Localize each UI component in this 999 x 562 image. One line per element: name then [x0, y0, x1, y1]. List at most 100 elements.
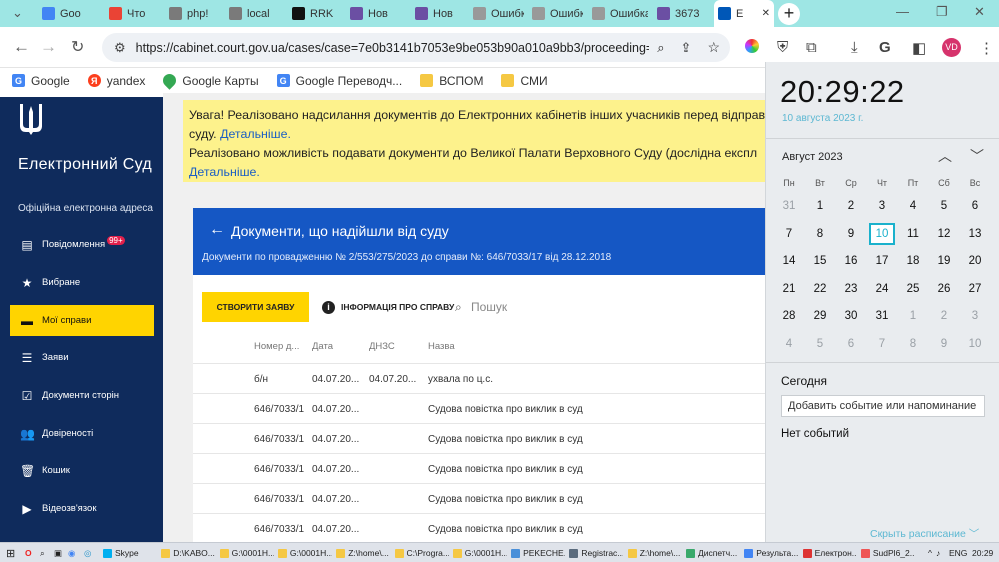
taskbar-item[interactable]: PEKECHE... [511, 546, 565, 560]
bookmark-google-maps[interactable]: Google Карты [160, 71, 259, 90]
calendar-day[interactable]: 27 [962, 278, 988, 300]
browser-tab[interactable]: Ошибка [528, 2, 583, 25]
calendar-day[interactable]: 8 [807, 223, 833, 245]
sidebar-item[interactable]: ★ Вибране [10, 267, 154, 298]
calendar-day[interactable]: 7 [776, 223, 802, 245]
task-view-icon[interactable]: ▣ [54, 546, 62, 560]
calendar-day[interactable]: 24 [869, 278, 895, 300]
browser-tab[interactable]: local [225, 2, 280, 25]
calendar-day[interactable]: 2 [931, 305, 957, 327]
taskbar-item[interactable]: Z:\home\... [627, 546, 682, 560]
case-info-button[interactable]: ІНФОРМАЦІЯ ПРО СПРАВУ [341, 302, 454, 312]
bookmark-star-icon[interactable]: ☆ [707, 39, 720, 56]
start-button[interactable]: ⊞ [6, 546, 15, 560]
info-icon[interactable]: i [322, 301, 335, 314]
calendar-day[interactable]: 31 [869, 305, 895, 327]
column-header-title[interactable]: Назва [428, 341, 455, 352]
extension-color-icon[interactable] [745, 39, 759, 53]
table-row[interactable]: 646/7033/1 04.07.20... Судова повістка про… [193, 453, 765, 483]
search-taskbar-icon[interactable]: ⌕ [40, 546, 45, 560]
taskbar-item[interactable]: G:\0001H... [277, 546, 332, 560]
calendar-day[interactable]: 22 [807, 278, 833, 300]
browser-tab[interactable]: Goo [38, 2, 100, 25]
calendar-day[interactable]: 10 [869, 222, 895, 245]
bookmark-folder-smi[interactable]: СМИ [501, 74, 548, 88]
column-header-number[interactable]: Номер д... [254, 341, 299, 352]
taskbar-item[interactable]: G:\0001H... [452, 546, 507, 560]
calendar-day[interactable]: 3 [869, 195, 895, 217]
table-row[interactable]: б/н 04.07.20... 04.07.20... ухвала по ц.с. [193, 363, 765, 393]
tab-search-icon[interactable]: ⌄ [12, 5, 23, 21]
side-panel-icon[interactable]: ◧ [912, 39, 926, 57]
chevron-up-icon[interactable]: ︿ [938, 146, 952, 166]
calendar-day[interactable]: 1 [900, 305, 926, 327]
download-icon[interactable]: ⤓ [851, 39, 858, 56]
sidebar-item[interactable]: 👥 Довіреності [10, 418, 154, 449]
avatar[interactable]: VD [942, 38, 961, 57]
table-row[interactable]: 646/7033/1 04.07.20... Судова повістка про… [193, 423, 765, 453]
calendar-day[interactable]: 20 [962, 250, 988, 272]
calendar-day[interactable]: 4 [900, 195, 926, 217]
bookmark-folder-vspom[interactable]: ВСПОМ [420, 74, 483, 88]
table-row[interactable]: 646/7033/1 04.07.20... Судова повістка про… [193, 513, 765, 542]
chevron-down-icon[interactable]: ﹀ [970, 146, 984, 166]
speaker-icon[interactable]: ♪ [936, 546, 940, 560]
share-icon[interactable]: ⇪ [681, 40, 692, 56]
browser-tab[interactable]: php! [165, 2, 220, 25]
site-info-icon[interactable]: ⚙ [114, 40, 126, 56]
calendar-day[interactable]: 6 [838, 333, 864, 355]
calendar-day[interactable]: 30 [838, 305, 864, 327]
browser-tab[interactable]: Нов [411, 2, 464, 25]
close-tab-icon[interactable]: ✕ [762, 8, 770, 19]
calendar-day[interactable]: 2 [838, 195, 864, 217]
calendar-day[interactable]: 3 [962, 305, 988, 327]
sidebar-item[interactable]: ▶ Відеозв'язок [10, 493, 154, 524]
taskbar-item[interactable]: Диспетч... [686, 546, 740, 560]
sidebar-item[interactable]: ▤ Повідомлення 99+ [10, 229, 154, 260]
calendar-day[interactable]: 10 [962, 333, 988, 355]
calendar-day[interactable]: 14 [776, 250, 802, 272]
calendar-day[interactable]: 8 [900, 333, 926, 355]
sidebar-item[interactable]: 🗑 Кошик [10, 455, 154, 486]
calendar-day[interactable]: 28 [776, 305, 802, 327]
taskbar-item[interactable]: SudPl6_2... [860, 546, 915, 560]
taskbar-item[interactable]: C:\Progra... [394, 546, 449, 560]
table-row[interactable]: 646/7033/1 04.07.20... Судова повістка про… [193, 393, 765, 423]
calendar-day[interactable]: 5 [807, 333, 833, 355]
minimize-button[interactable]: — [896, 4, 909, 19]
browser-tab[interactable]: Ошибка [588, 2, 648, 25]
calendar-day[interactable]: 9 [838, 223, 864, 245]
browser-icon[interactable]: ◎ [84, 546, 91, 560]
google-g-icon[interactable]: G [879, 39, 891, 56]
browser-tab[interactable]: Что [105, 2, 160, 25]
sidebar-item[interactable]: ▬ Мої справи [10, 305, 154, 336]
taskbar-clock[interactable]: 20:29 [972, 546, 993, 560]
tray-arrow-icon[interactable]: ^ [928, 546, 932, 560]
calendar-day[interactable]: 12 [931, 223, 957, 245]
browser-tab[interactable]: Е ✕ [714, 0, 774, 27]
calendar-day[interactable]: 16 [838, 250, 864, 272]
calendar-day[interactable]: 1 [807, 195, 833, 217]
bookmark-google-translate[interactable]: G Google Переводч... [276, 74, 402, 88]
zoom-icon[interactable]: ⌕ [657, 40, 664, 56]
add-event-input[interactable]: Добавить событие или напоминание [781, 395, 985, 417]
month-label[interactable]: Август 2023 [782, 151, 843, 163]
details-link[interactable]: Детальніше. [220, 127, 291, 141]
taskbar-item[interactable]: Skype [103, 546, 157, 560]
calendar-day[interactable]: 31 [776, 195, 802, 217]
taskbar-item[interactable]: Z:\home\... [336, 546, 390, 560]
close-window-button[interactable]: ✕ [974, 4, 985, 20]
calendar-day[interactable]: 29 [807, 305, 833, 327]
opera-icon[interactable]: O [25, 546, 32, 560]
calendar-day[interactable]: 7 [869, 333, 895, 355]
calendar-day[interactable]: 21 [776, 278, 802, 300]
menu-icon[interactable]: ⋮ [979, 39, 994, 57]
restore-button[interactable]: ❐ [936, 4, 948, 20]
search-input[interactable] [471, 296, 671, 318]
back-arrow-icon[interactable]: ← [209, 221, 225, 239]
browser-tab[interactable]: Нов [346, 2, 406, 25]
trident-logo-icon[interactable] [18, 102, 44, 136]
create-application-button[interactable]: СТВОРИТИ ЗАЯВУ [202, 292, 309, 322]
calendar-day[interactable]: 23 [838, 278, 864, 300]
calendar-day[interactable]: 19 [931, 250, 957, 272]
